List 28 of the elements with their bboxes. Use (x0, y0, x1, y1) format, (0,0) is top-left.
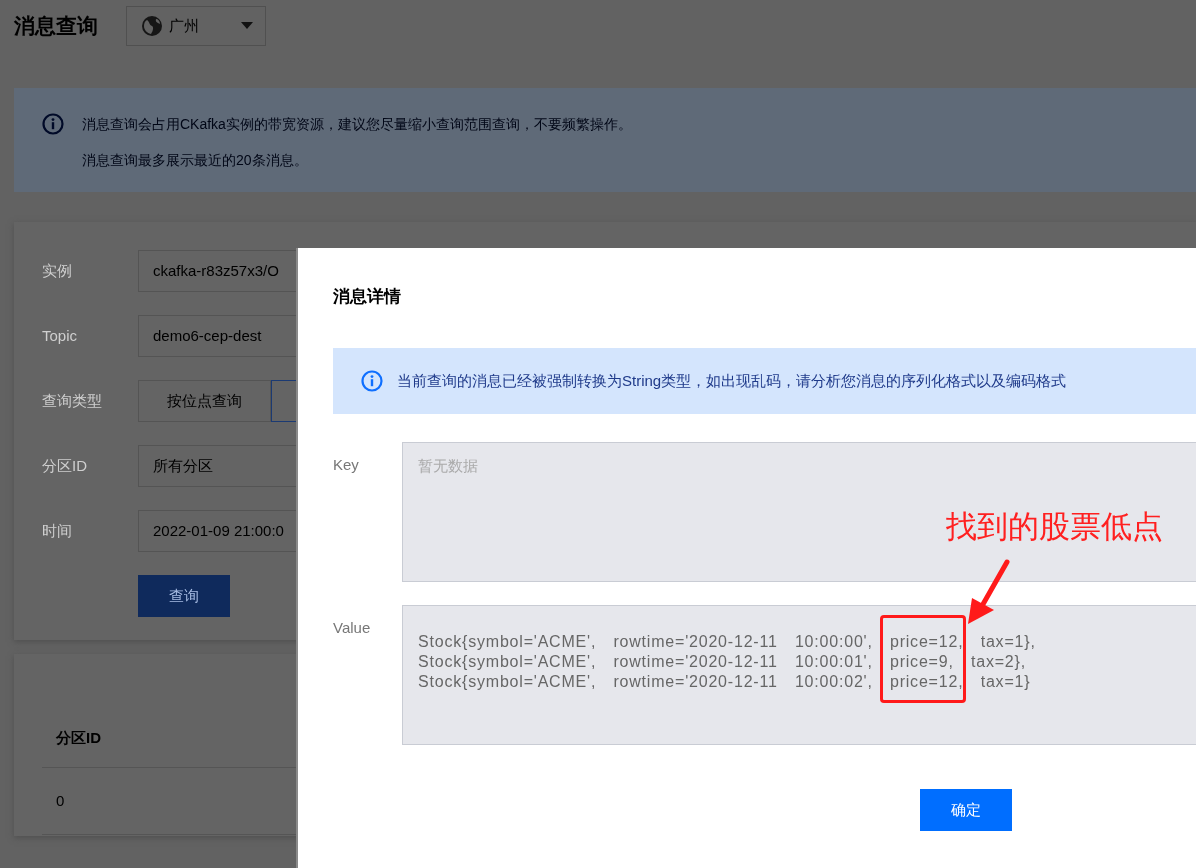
dialog-title: 消息详情 (333, 286, 402, 308)
value-field[interactable] (402, 605, 1196, 745)
query-button[interactable]: 查询 (138, 575, 230, 617)
field-label: Topic (42, 325, 79, 346)
code-line: Stock{symbol='ACME', rowtime='2020-12-11 10:00:00', price=12, tax=1}, (418, 632, 1037, 652)
code-line: Stock{symbol='ACME', rowtime='2020-12-11 10:00:02', price=12, tax=1} (418, 672, 1032, 692)
notice-text: 当前查询的消息已经被强制转换为String类型，如出现乱码，请分析您消息的序列化格式以及编码格式 (397, 370, 1067, 391)
caret-icon (241, 22, 253, 30)
confirm-button[interactable]: 确定 (920, 789, 1012, 831)
annotation-text: 找到的股票低点 (946, 508, 1163, 546)
notice-text: 消息查询最多展示最近的20条消息。 (82, 151, 309, 170)
field-label: 实例 (42, 260, 73, 281)
region-select[interactable]: 广州 (126, 6, 266, 46)
field-label: 时间 (42, 520, 73, 541)
table-cell-text: 0 (56, 790, 65, 811)
globe-icon (141, 15, 163, 37)
page-title: 消息查询 (14, 13, 98, 40)
region-label: 广州 (169, 15, 200, 36)
field-label: Key (333, 455, 360, 475)
field-label: 查询类型 (42, 390, 103, 411)
field-label: Value (333, 618, 372, 638)
column-header: 分区ID (56, 727, 101, 748)
segment-option[interactable]: 按位点查询 (138, 380, 271, 422)
field-label: 分区ID (42, 455, 88, 476)
info-icon (361, 370, 383, 392)
notice-text: 消息查询会占用CKafka实例的带宽资源，建议您尽量缩小查询范围查询，不要频繁操作。 (82, 115, 632, 134)
code-line: Stock{symbol='ACME', rowtime='2020-12-11 10:00:01', price=9, tax=2}, (418, 652, 1027, 672)
info-icon (42, 113, 64, 135)
